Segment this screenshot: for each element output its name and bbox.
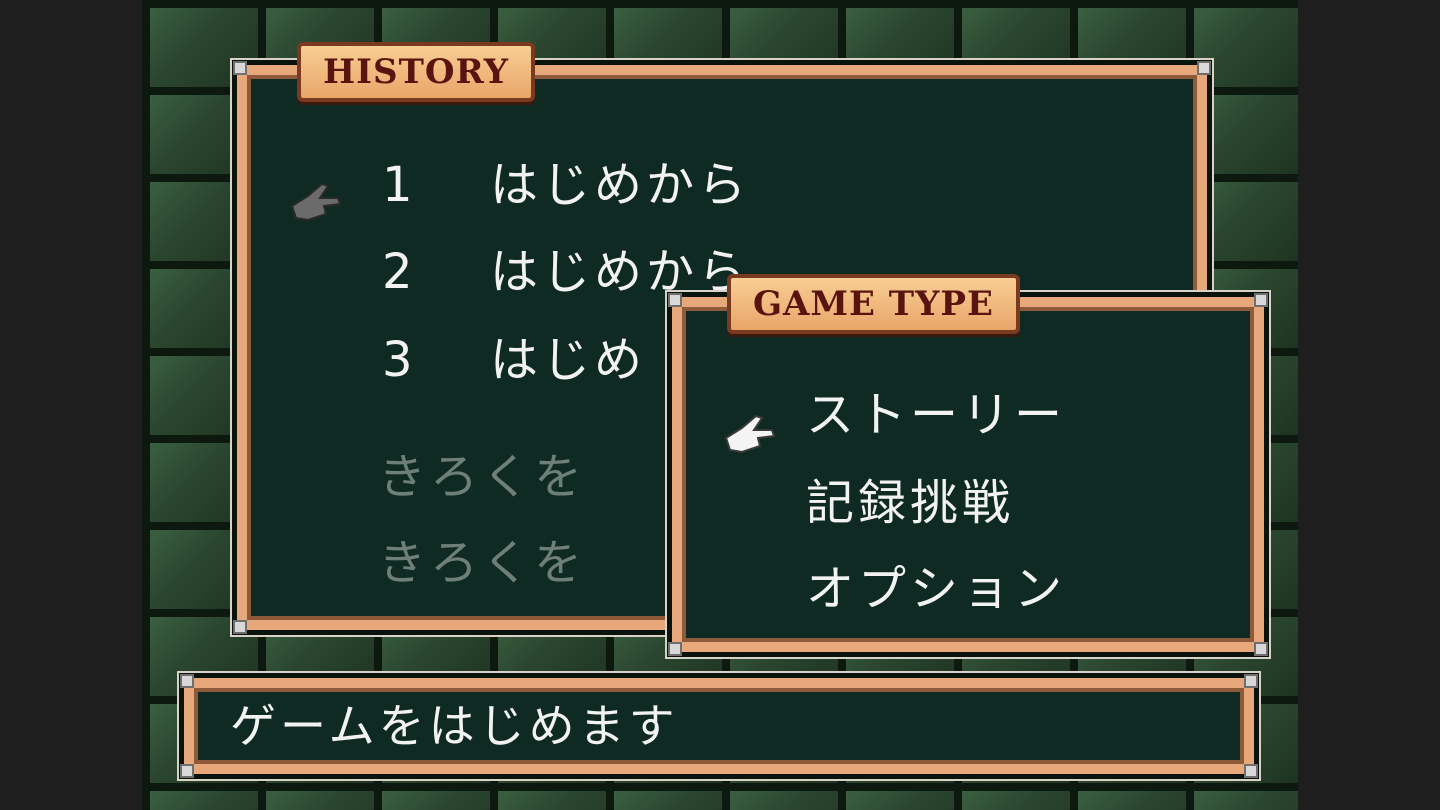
slot-number: 2 (382, 244, 417, 300)
slot-label: はじめから (490, 244, 751, 300)
history-slot-1[interactable]: 1 はじめから (382, 145, 750, 215)
record-item: きろくを (378, 535, 587, 591)
game-type-title: GAME TYPE (727, 274, 1020, 334)
message-text: ゲームをはじめます (230, 699, 679, 753)
frame-corner (1254, 293, 1268, 307)
frame-corner (1244, 674, 1258, 688)
frame-corner (180, 674, 194, 688)
option-options[interactable]: オプション (806, 549, 1066, 619)
game-screen: HISTORY 1 はじめから 2 はじめから 3 はじめ きろくを きろくを GAM… (142, 0, 1298, 810)
slot-label: はじめから (490, 157, 751, 213)
slot-label: はじめ (490, 332, 647, 388)
history-slot-2[interactable]: 2 はじめから (382, 232, 750, 302)
frame-corner (668, 642, 682, 656)
record-item: きろくを (378, 449, 587, 505)
option-story[interactable]: ストーリー (806, 375, 1066, 445)
slot-number: 3 (382, 332, 417, 388)
frame-corner (1197, 61, 1211, 75)
pointing-hand-cursor-icon (724, 414, 776, 454)
frame-corner (1254, 642, 1268, 656)
frame-corner (1244, 764, 1258, 778)
frame-corner (233, 61, 247, 75)
history-title: HISTORY (297, 42, 535, 102)
pointing-hand-cursor-icon (290, 182, 342, 222)
frame-corner (233, 620, 247, 634)
history-slot-3[interactable]: 3 はじめ (382, 320, 646, 390)
option-record-challenge[interactable]: 記録挑戦 (806, 463, 1014, 533)
frame-corner (180, 764, 194, 778)
frame-corner (668, 293, 682, 307)
slot-number: 1 (382, 157, 417, 213)
